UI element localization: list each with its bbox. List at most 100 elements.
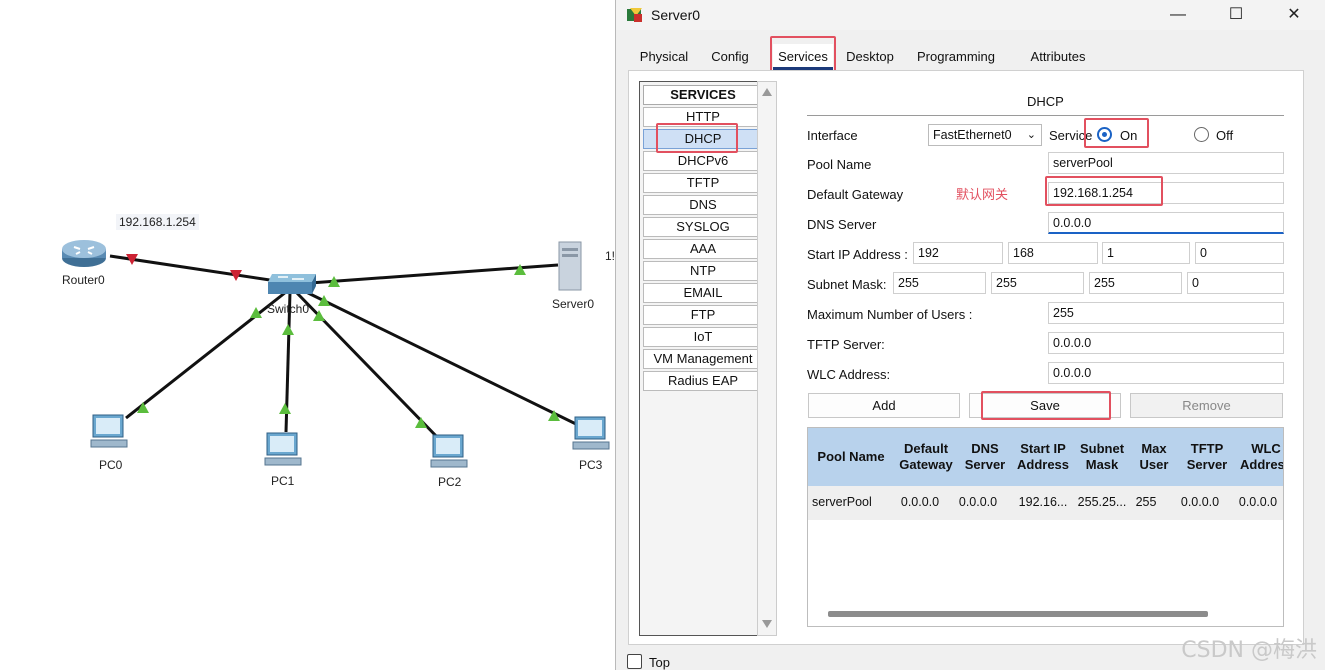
- services-scrollbar[interactable]: [757, 81, 777, 636]
- services-panel: SERVICES HTTP DHCP DHCPv6 TFTP DNS SYSLO…: [628, 70, 1304, 645]
- table-header-subnet-mask[interactable]: Subnet Mask: [1074, 428, 1130, 486]
- title-bar[interactable]: Server0 — ☐ ✕: [616, 0, 1325, 30]
- dns-input[interactable]: 0.0.0.0: [1048, 212, 1284, 234]
- server-window: Server0 — ☐ ✕ Physical Config Services D…: [615, 0, 1325, 670]
- pc-icon[interactable]: [430, 432, 470, 472]
- remove-button[interactable]: Remove: [1130, 393, 1283, 418]
- gateway-input[interactable]: 192.168.1.254: [1048, 182, 1284, 204]
- tab-services[interactable]: Services: [773, 44, 833, 70]
- tab-attributes[interactable]: Attributes: [1018, 44, 1098, 70]
- router-icon[interactable]: [60, 238, 108, 270]
- add-button[interactable]: Add: [808, 393, 960, 418]
- server-ip-fragment: 1!: [605, 249, 616, 263]
- service-item-aaa[interactable]: AAA: [643, 239, 763, 259]
- link-up-indicator: [415, 417, 427, 428]
- router-ip-label: 192.168.1.254: [116, 214, 199, 230]
- pool-table: Pool Name Default Gateway DNS Server Sta…: [807, 427, 1284, 627]
- save-button[interactable]: Save: [969, 393, 1121, 418]
- service-item-http[interactable]: HTTP: [643, 107, 763, 127]
- service-label: Service: [1049, 128, 1093, 143]
- pc-icon[interactable]: [264, 430, 304, 470]
- wlc-input[interactable]: 0.0.0.0: [1048, 362, 1284, 384]
- pc1-label: PC1: [271, 474, 295, 488]
- table-cell-start-ip: 192.16...: [1018, 495, 1068, 509]
- service-item-syslog[interactable]: SYSLOG: [643, 217, 763, 237]
- table-header-default-gateway[interactable]: Default Gateway: [894, 428, 958, 486]
- link-up-indicator: [282, 324, 294, 335]
- top-checkbox[interactable]: [627, 654, 642, 669]
- switch-icon[interactable]: [266, 270, 318, 298]
- close-button[interactable]: ✕: [1265, 0, 1323, 30]
- subnet-octet-3[interactable]: 255: [1089, 272, 1182, 294]
- service-item-ftp[interactable]: FTP: [643, 305, 763, 325]
- table-header-max-user[interactable]: Max User: [1130, 428, 1178, 486]
- link-switch-pc3[interactable]: [301, 288, 579, 427]
- maximize-button[interactable]: ☐: [1207, 0, 1265, 30]
- wlc-label: WLC Address:: [807, 367, 891, 382]
- start-ip-octet-1[interactable]: 192: [913, 242, 1003, 264]
- table-horizontal-scrollbar[interactable]: [828, 611, 1208, 617]
- subnet-octet-1[interactable]: 255: [893, 272, 986, 294]
- service-item-vm-management[interactable]: VM Management: [643, 349, 763, 369]
- watermark: CSDN @梅洪: [1181, 638, 1317, 663]
- minimize-button[interactable]: —: [1149, 0, 1207, 30]
- table-header-dns-server[interactable]: DNS Server: [958, 428, 1012, 486]
- gateway-annotation: 默认网关: [956, 188, 1009, 203]
- packet-tracer-icon: [627, 8, 642, 22]
- pc2-label: PC2: [438, 475, 462, 489]
- switch-label: Switch0: [267, 302, 310, 316]
- service-item-tftp[interactable]: TFTP: [643, 173, 763, 193]
- table-cell-max-user: 255: [1135, 495, 1157, 509]
- table-header-tftp-server[interactable]: TFTP Server: [1178, 428, 1236, 486]
- chevron-down-icon: ⌄: [1026, 129, 1036, 141]
- service-item-ntp[interactable]: NTP: [643, 261, 763, 281]
- pool-name-input[interactable]: serverPool: [1048, 152, 1284, 174]
- interface-select[interactable]: FastEthernet0 ⌄: [928, 124, 1042, 146]
- scroll-down-icon[interactable]: [762, 620, 772, 628]
- start-ip-octet-3[interactable]: 1: [1102, 242, 1190, 264]
- table-cell-pool-name: serverPool: [812, 495, 872, 509]
- table-header-wlc-address[interactable]: WLC Address: [1236, 428, 1283, 486]
- dns-label: DNS Server: [807, 217, 877, 232]
- service-item-email[interactable]: EMAIL: [643, 283, 763, 303]
- link-router-switch[interactable]: [109, 254, 291, 285]
- top-label: Top: [649, 655, 670, 670]
- table-header-pool-name[interactable]: Pool Name: [808, 428, 894, 486]
- service-item-dns[interactable]: DNS: [643, 195, 763, 215]
- server-icon[interactable]: [556, 240, 586, 292]
- tftp-label: TFTP Server:: [807, 337, 885, 352]
- subnet-octet-2[interactable]: 255: [991, 272, 1084, 294]
- tftp-input[interactable]: 0.0.0.0: [1048, 332, 1284, 354]
- interface-label: Interface: [807, 128, 858, 143]
- gateway-label: Default Gateway: [807, 187, 904, 202]
- service-item-dhcpv6[interactable]: DHCPv6: [643, 151, 763, 171]
- table-header-start-ip[interactable]: Start IP Address: [1012, 428, 1074, 486]
- service-off-radio[interactable]: [1194, 127, 1209, 142]
- link-up-indicator: [279, 403, 291, 414]
- service-item-dhcp[interactable]: DHCP: [643, 129, 763, 149]
- tab-desktop[interactable]: Desktop: [839, 44, 901, 70]
- services-header: SERVICES: [643, 85, 763, 105]
- pc-icon[interactable]: [572, 414, 612, 454]
- topology-canvas[interactable]: Router0 192.168.1.254 Switch0 Server0 1!…: [0, 0, 615, 670]
- interface-value: FastEthernet0: [933, 128, 1012, 142]
- subnet-octet-4[interactable]: 0: [1187, 272, 1284, 294]
- max-users-input[interactable]: 255: [1048, 302, 1284, 324]
- link-switch-pc0[interactable]: [125, 290, 287, 420]
- service-off-label: Off: [1216, 128, 1234, 143]
- tab-programming[interactable]: Programming: [914, 44, 998, 70]
- service-item-radius-eap[interactable]: Radius EAP: [643, 371, 763, 391]
- start-ip-octet-2[interactable]: 168: [1008, 242, 1098, 264]
- max-users-label: Maximum Number of Users :: [807, 307, 973, 322]
- topology-links: [109, 254, 579, 442]
- tab-physical[interactable]: Physical: [628, 44, 700, 70]
- pool-name-label: Pool Name: [807, 157, 872, 172]
- tab-config[interactable]: Config: [704, 44, 756, 70]
- service-item-iot[interactable]: IoT: [643, 327, 763, 347]
- scroll-up-icon[interactable]: [762, 88, 772, 96]
- link-up-indicator: [318, 295, 330, 306]
- router-label: Router0: [62, 273, 105, 287]
- start-ip-octet-4[interactable]: 0: [1195, 242, 1284, 264]
- pc-icon[interactable]: [90, 412, 130, 452]
- service-on-radio[interactable]: [1097, 127, 1112, 142]
